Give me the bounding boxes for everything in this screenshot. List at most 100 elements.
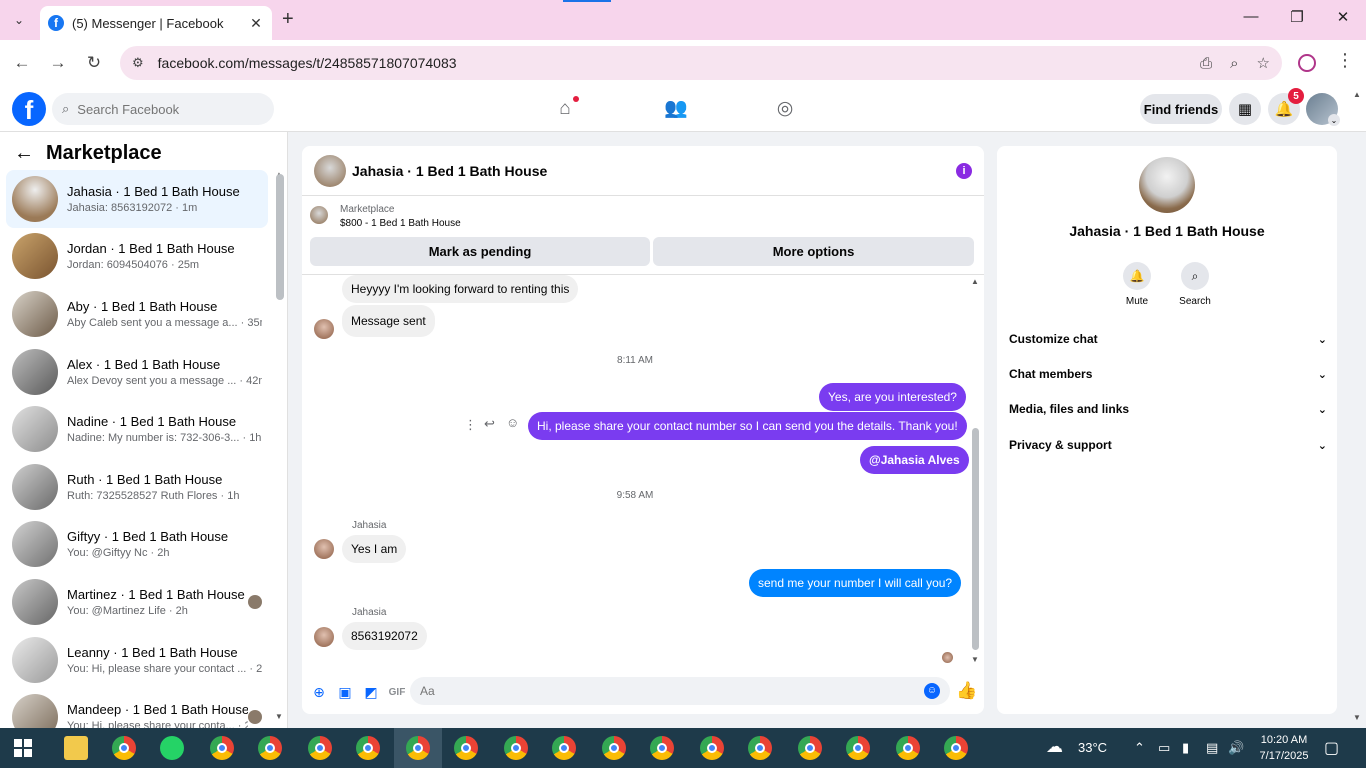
chrome-window-icon[interactable] [504,736,528,760]
forward-arrow-icon[interactable]: → [47,52,69,74]
message-bubble-outgoing[interactable]: Yes, are you interested? [819,383,966,411]
close-tab-icon[interactable]: ✕ [248,15,264,32]
bell-icon[interactable]: 🔔 [1123,262,1151,290]
facebook-search-bar[interactable]: ⌕ [52,93,274,125]
customize-chat-row[interactable]: Customize chat ⌄ [1009,332,1327,346]
url-text[interactable]: facebook.com/messages/t/2485857180707408… [158,55,1182,71]
chrome-window-icon[interactable] [406,736,430,760]
message-bubble-incoming[interactable]: Message sent [342,305,435,337]
weather-icon[interactable]: ☁ [1046,737,1063,757]
page-scroll-up-icon[interactable]: ▲ [1353,90,1361,99]
marketplace-listing[interactable]: Marketplace $800 - 1 Bed 1 Bath House [310,204,461,229]
facebook-logo-icon[interactable]: f [12,92,46,126]
notification-center-icon[interactable]: ▢ [1324,738,1339,758]
chat-avatar[interactable] [314,154,346,187]
scroll-down-arrow-icon[interactable]: ▼ [275,712,283,721]
react-emoji-icon[interactable]: ☺ [506,415,519,430]
mark-as-pending-button[interactable]: Mark as pending [310,237,650,266]
profile-avatar[interactable] [1139,157,1195,213]
chrome-window-icon[interactable] [748,736,772,760]
chat-title[interactable]: Jahasia · 1 Bed 1 Bath House [352,163,956,179]
message-input-box[interactable]: ☺ [410,677,950,705]
menu-grid-icon[interactable]: ▦ [1229,93,1261,125]
page-scroll-down-icon[interactable]: ▼ [1353,713,1361,722]
sticker-icon[interactable]: ◩ [358,684,384,701]
conversation-item[interactable]: Jordan · 1 Bed 1 Bath House Jordan: 60945… [6,228,268,286]
browser-profile-icon[interactable] [1298,54,1316,72]
friends-icon[interactable]: 👥 [664,98,688,120]
mute-action[interactable]: 🔔 Mute [1112,262,1162,307]
message-input[interactable] [420,684,924,698]
meet-icon[interactable]: ▭ [1158,740,1170,756]
install-app-icon[interactable]: ⎙ [1200,55,1212,72]
chrome-window-icon[interactable] [700,736,724,760]
chrome-window-icon[interactable] [308,736,332,760]
chat-scrollbar[interactable] [972,428,979,650]
chrome-profile-icon[interactable] [112,736,136,760]
conversation-item[interactable]: Leanny · 1 Bed 1 Bath House You: Hi, plea… [6,631,268,689]
sender-avatar[interactable] [314,319,334,339]
restore-window-icon[interactable]: ❐ [1274,8,1320,26]
photo-icon[interactable]: ▣ [332,684,358,701]
minimize-window-icon[interactable]: — [1228,8,1274,25]
home-icon[interactable]: ⌂ [554,98,576,120]
thumbs-up-icon[interactable]: 👍 [956,681,977,701]
system-clock[interactable]: 10:20 AM 7/17/2025 [1256,732,1312,764]
plus-circle-icon[interactable]: ⊕ [306,684,332,701]
chrome-window-icon[interactable] [258,736,282,760]
message-bubble-incoming[interactable]: 8563192072 [342,622,427,650]
windows-start-icon[interactable] [14,739,32,757]
scroll-up-arrow-icon[interactable]: ▲ [971,277,979,286]
zoom-icon[interactable]: ⌕ [1230,55,1238,72]
whatsapp-icon[interactable] [160,736,184,760]
browser-tab-messenger[interactable]: f (5) Messenger | Facebook ✕ [40,6,272,40]
message-bubble-incoming[interactable]: Heyyyy I'm looking forward to renting th… [342,275,579,303]
chrome-window-icon[interactable] [846,736,870,760]
chrome-window-icon[interactable] [454,736,478,760]
bookmark-star-icon[interactable]: ☆ [1257,54,1270,72]
message-bubble-outgoing[interactable]: Hi, please share your contact number so … [528,412,967,440]
conversation-item[interactable]: Ruth · 1 Bed 1 Bath House Ruth: 732552852… [6,458,268,516]
gif-icon[interactable]: GIF [384,687,410,698]
conversation-item[interactable]: Martinez · 1 Bed 1 Bath House You: @Marti… [6,573,268,631]
groups-icon[interactable]: ◎ [774,98,796,120]
volume-icon[interactable]: 🔊 [1228,740,1244,756]
message-bubble-outgoing-mention[interactable]: @Jahasia Alves [860,446,969,474]
back-arrow-icon[interactable]: ← [14,142,34,165]
site-settings-icon[interactable]: ⚙ [132,55,144,71]
back-arrow-icon[interactable]: ← [11,52,33,74]
account-chevron-down-icon[interactable]: ⌄ [1328,114,1340,126]
conversation-item[interactable]: Giftyy · 1 Bed 1 Bath House You: @Giftyy … [6,516,268,574]
address-bar[interactable]: ⚙ facebook.com/messages/t/24858571807074… [120,46,1282,80]
chrome-window-icon[interactable] [356,736,380,760]
chrome-window-icon[interactable] [798,736,822,760]
scroll-down-arrow-icon[interactable]: ▼ [971,655,979,664]
facebook-search-input[interactable] [77,101,264,117]
sender-avatar[interactable] [314,539,334,559]
close-window-icon[interactable]: ✕ [1320,8,1366,26]
chrome-window-icon[interactable] [210,736,234,760]
chrome-window-icon[interactable] [650,736,674,760]
tab-search-chevron-icon[interactable]: ⌄ [8,9,30,31]
find-friends-button[interactable]: Find friends [1140,94,1222,124]
conversation-item[interactable]: Mandeep · 1 Bed 1 Bath House You: Hi, ple… [6,688,268,728]
conversation-item[interactable]: Aby · 1 Bed 1 Bath House Aby Caleb sent y… [6,285,268,343]
message-bubble-incoming[interactable]: Yes I am [342,535,407,563]
chat-members-row[interactable]: Chat members ⌄ [1009,367,1327,381]
chrome-window-icon[interactable] [602,736,626,760]
network-icon[interactable]: ▤ [1206,740,1218,756]
reply-icon[interactable]: ↩ [484,416,495,432]
media-files-links-row[interactable]: Media, files and links ⌄ [1009,402,1327,416]
chrome-window-icon[interactable] [896,736,920,760]
search-icon[interactable]: ⌕ [1181,262,1209,290]
emoji-icon[interactable]: ☺ [924,683,940,699]
conversation-item[interactable]: Jahasia · 1 Bed 1 Bath House Jahasia: 856… [6,170,268,228]
conversation-item[interactable]: Alex · 1 Bed 1 Bath House Alex Devoy sent… [6,343,268,401]
chrome-window-icon[interactable] [552,736,576,760]
search-action[interactable]: ⌕ Search [1170,262,1220,307]
more-options-button[interactable]: More options [653,237,974,266]
file-explorer-icon[interactable] [64,736,88,760]
sidebar-scrollbar[interactable] [276,174,284,300]
new-tab-plus-icon[interactable]: + [282,8,294,31]
more-actions-icon[interactable]: ⋮ [464,417,477,433]
